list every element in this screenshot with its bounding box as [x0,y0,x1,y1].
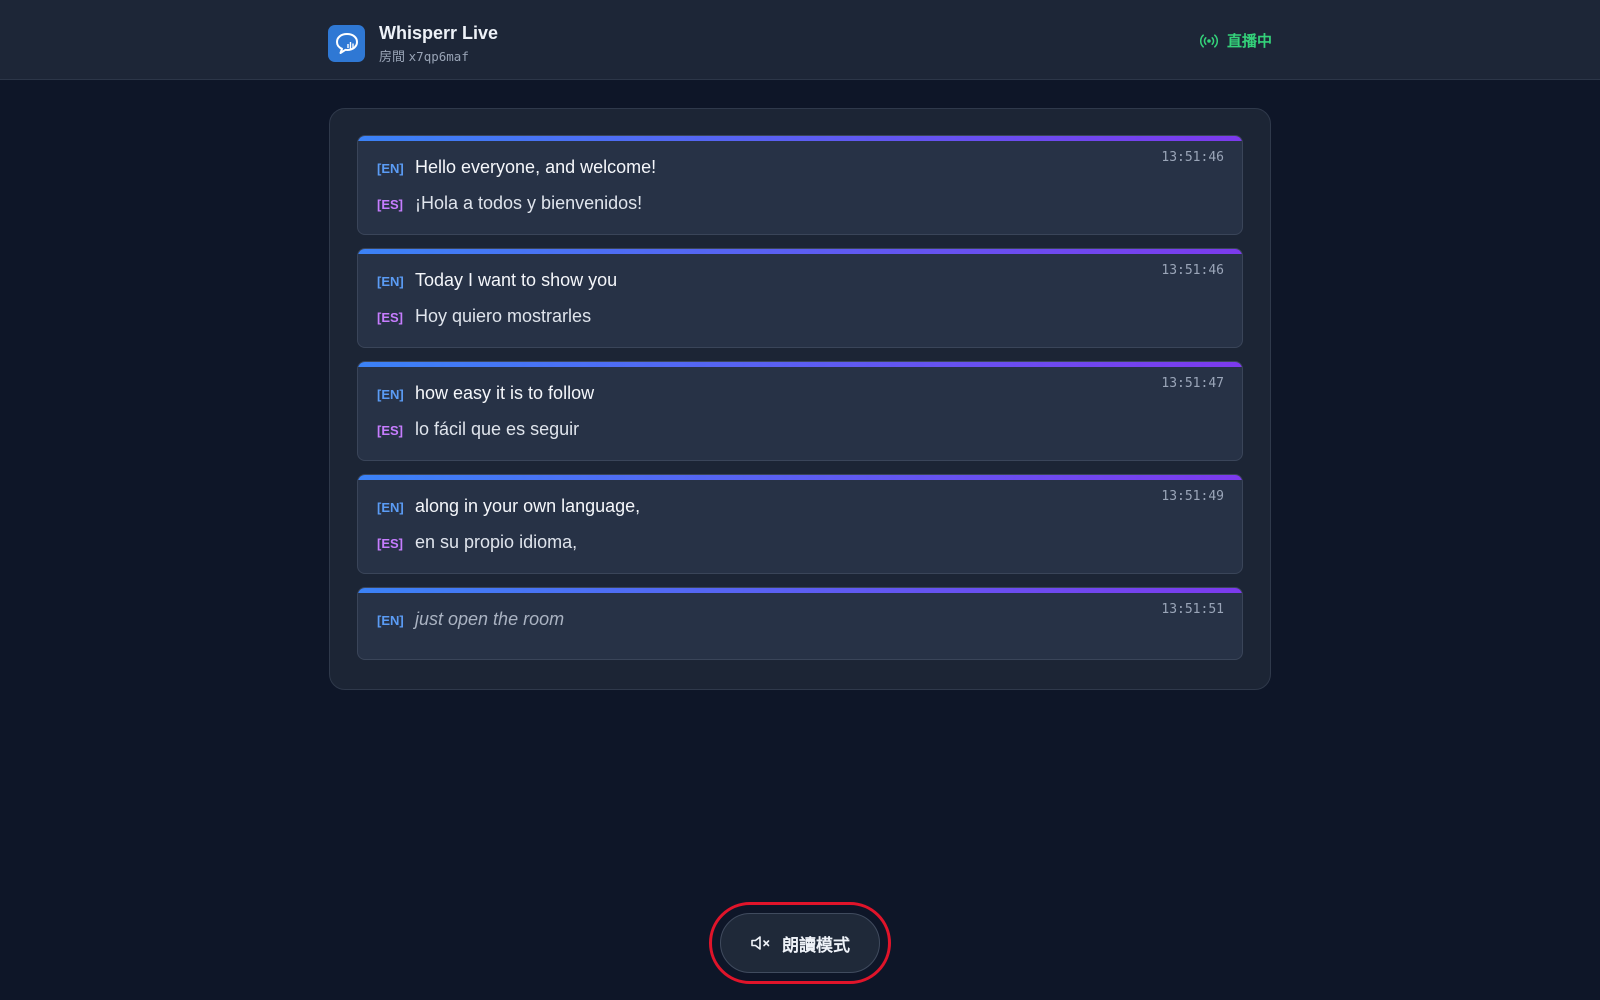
source-language-tag: [EN] [377,500,404,515]
source-line: [EN] just open the room [377,609,564,630]
transcript-card-interim: 13:51:51 [EN] just open the room [357,587,1243,660]
source-language-tag: [EN] [377,387,404,402]
target-language-tag: [ES] [377,197,403,212]
transcript-feed[interactable]: 13:51:46 [EN] Hello everyone, and welcom… [329,108,1271,690]
source-line: [EN] along in your own language, [377,496,640,517]
card-accent-bar [358,588,1242,593]
read-aloud-mode-label: 朗讀模式 [782,935,850,955]
card-accent-bar [358,475,1242,480]
room-info: 房間 x7qp6maf [379,46,498,65]
translation-line: [ES] Hoy quiero mostrarles [377,306,591,327]
broadcast-icon [1199,33,1218,48]
source-text: Hello everyone, and welcome! [415,157,657,177]
timestamp: 13:51:49 [1161,489,1224,504]
room-label: 房間 [379,49,406,64]
read-aloud-mode-button[interactable]: 朗讀模式 [720,913,880,973]
translated-text: Hoy quiero mostrarles [415,306,592,326]
source-language-tag: [EN] [377,613,404,628]
translated-text: lo fácil que es seguir [415,419,580,439]
translation-line: [ES] lo fácil que es seguir [377,419,579,440]
timestamp: 13:51:51 [1161,602,1224,617]
interim-source-text: just open the room [415,609,565,629]
timestamp: 13:51:46 [1161,150,1224,165]
source-language-tag: [EN] [377,274,404,289]
target-language-tag: [ES] [377,423,403,438]
chat-bubble-waveform-icon [328,25,365,62]
source-text: Today I want to show you [415,270,618,290]
room-id: x7qp6maf [408,49,469,64]
top-bar: Whisperr Live 房間 x7qp6maf 直播中 [0,0,1600,80]
source-line: [EN] Hello everyone, and welcome! [377,157,656,178]
translated-text: ¡Hola a todos y bienvenidos! [415,193,643,213]
card-accent-bar [358,362,1242,367]
timestamp: 13:51:47 [1161,376,1224,391]
timestamp: 13:51:46 [1161,263,1224,278]
brand: Whisperr Live 房間 x7qp6maf [328,22,498,65]
source-text: along in your own language, [415,496,641,516]
source-text: how easy it is to follow [415,383,595,403]
card-accent-bar [358,136,1242,141]
transcript-card: 13:51:46 [EN] Today I want to show you [… [357,248,1243,348]
live-status-indicator: 直播中 [1199,30,1272,51]
live-status-label: 直播中 [1226,33,1272,50]
card-accent-bar [358,249,1242,254]
transcript-card: 13:51:47 [EN] how easy it is to follow [… [357,361,1243,461]
target-language-tag: [ES] [377,536,403,551]
transcript-card: 13:51:46 [EN] Hello everyone, and welcom… [357,135,1243,235]
transcript-card: 13:51:49 [EN] along in your own language… [357,474,1243,574]
app-title: Whisperr Live [379,23,499,43]
source-line: [EN] Today I want to show you [377,270,617,291]
speaker-muted-icon [751,936,770,950]
translation-line: [ES] ¡Hola a todos y bienvenidos! [377,193,642,214]
source-language-tag: [EN] [377,161,404,176]
translation-line: [ES] en su propio idioma, [377,532,577,553]
source-line: [EN] how easy it is to follow [377,383,594,404]
translated-text: en su propio idioma, [415,532,578,552]
target-language-tag: [ES] [377,310,403,325]
